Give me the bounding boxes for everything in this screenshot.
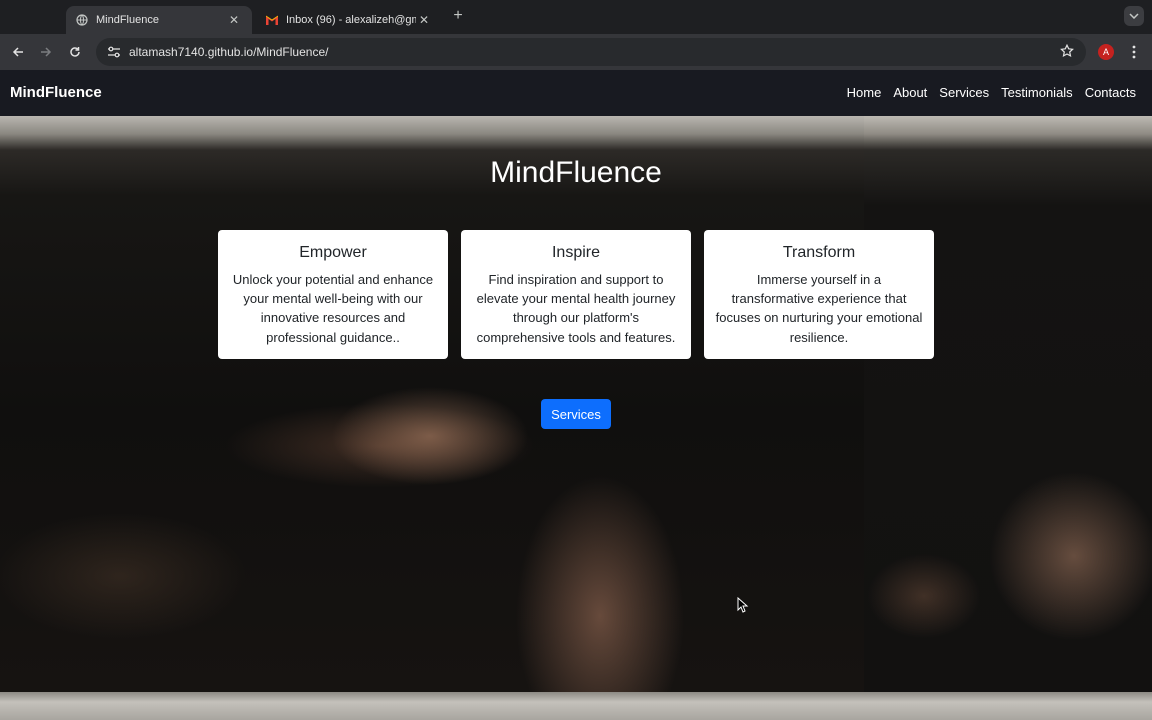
card-text: Unlock your potential and enhance your m… [232,272,434,345]
background-repeat-strip [0,692,1152,720]
forward-button[interactable] [36,42,56,62]
hero-title: MindFluence [490,156,662,189]
site-info-icon[interactable] [100,46,128,58]
close-tab-icon[interactable]: ✕ [226,13,242,27]
browser-toolbar: altamash7140.github.io/MindFluence/ A [0,34,1152,70]
tab-title: Inbox (96) - alexalizeh@gmai [286,14,416,26]
close-tab-icon[interactable]: ✕ [416,13,432,27]
bookmark-star-icon[interactable] [1060,43,1074,63]
card-text: Immerse yourself in a transformative exp… [715,272,923,345]
card-title: Empower [299,244,367,261]
card-title: Inspire [551,244,601,261]
new-tab-button[interactable]: + [450,8,466,26]
nav-link-home[interactable]: Home [847,85,882,100]
nav-link-about[interactable]: About [893,85,927,100]
tab-mindfluence[interactable]: MindFluence ✕ [66,6,252,34]
globe-icon [76,14,88,26]
gmail-icon [266,14,278,26]
nav-links: Home About Services Testimonials Contact… [847,85,1136,100]
card-title: Transform [782,244,856,261]
profile-avatar[interactable]: A [1098,44,1114,60]
browser-tab-bar: MindFluence ✕ Inbox (96) - alexalizeh@gm… [0,0,1152,34]
reload-button[interactable] [65,42,85,62]
tab-search-button[interactable] [1124,6,1144,26]
card-inspire: Inspire Find inspiration and support to … [461,230,691,359]
tab-inbox[interactable]: Inbox (96) - alexalizeh@gmai ✕ [256,6,442,34]
mouse-cursor-icon [737,597,749,613]
arrow-left-icon [12,47,23,57]
hero-background-image-repeat [864,116,1152,692]
nav-link-services[interactable]: Services [939,85,989,100]
card-text: Find inspiration and support to elevate … [476,272,676,345]
chevron-down-icon [1129,13,1139,19]
more-vertical-icon [1132,45,1136,59]
site-brand[interactable]: MindFluence [10,84,102,101]
tab-title: MindFluence [96,14,159,26]
card-empower: Empower Unlock your potential and enhanc… [218,230,448,359]
browser-menu-button[interactable] [1127,42,1141,62]
arrow-right-icon [41,47,52,57]
reload-icon [70,47,80,57]
hero-background-image [0,116,864,692]
back-button[interactable] [8,42,28,62]
site-navbar: MindFluence Home About Services Testimon… [0,70,1152,116]
url-text: altamash7140.github.io/MindFluence/ [129,45,329,59]
nav-link-testimonials[interactable]: Testimonials [1001,85,1073,100]
nav-link-contacts[interactable]: Contacts [1085,85,1136,100]
card-transform: Transform Immerse yourself in a transfor… [704,230,934,359]
address-bar[interactable]: altamash7140.github.io/MindFluence/ [96,38,1086,66]
services-button[interactable]: Services [541,399,611,429]
